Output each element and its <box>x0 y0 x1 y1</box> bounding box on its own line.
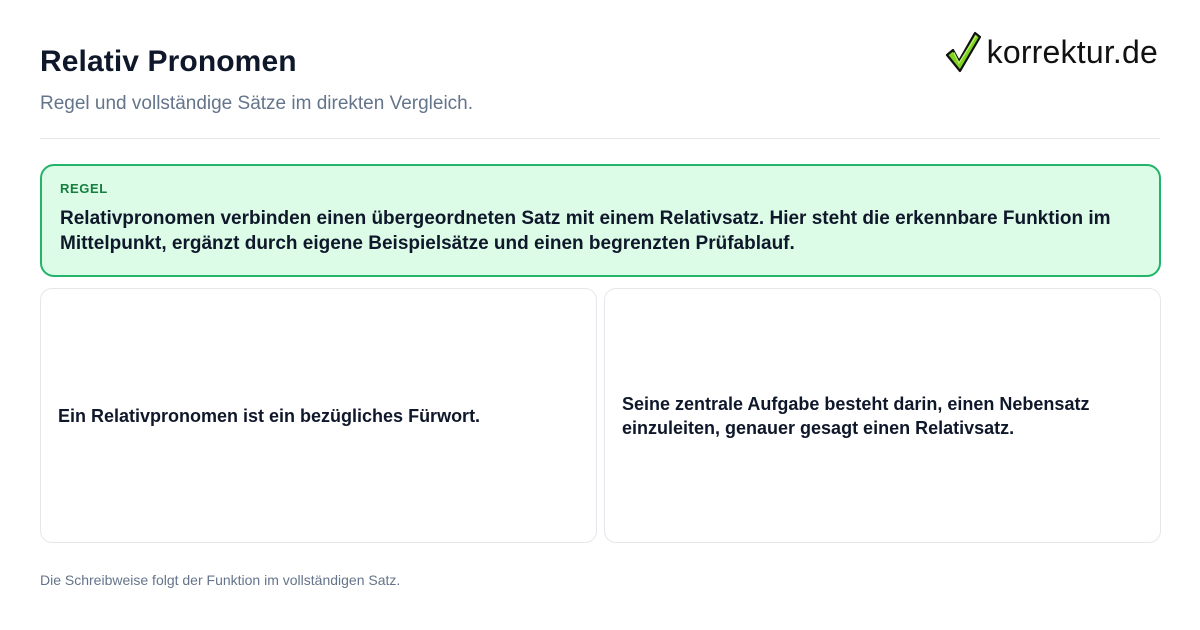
rule-text: Relativpronomen verbinden einen übergeor… <box>60 208 1111 254</box>
page-subtitle: Regel und vollständige Sätze im direkten… <box>40 93 474 114</box>
example-sentence: Ein Relativpronomen ist ein bezügliches … <box>58 405 481 426</box>
example-card-2: Seine zentrale Aufgabe besteht darin, ei… <box>604 288 1161 543</box>
footer-note: Die Schreibweise folgt der Funktion im v… <box>40 572 401 588</box>
brand-name: korrektur.de <box>986 33 1158 70</box>
page-title: Relativ Pronomen <box>40 45 297 78</box>
header: Relativ Pronomen Regel und vollständige … <box>40 0 1160 139</box>
rule-box: REGEL Relativpronomen verbinden einen üb… <box>40 164 1161 277</box>
example-sentence: Seine zentrale Aufgabe besteht darin, ei… <box>622 393 1090 438</box>
rule-label: REGEL <box>60 181 108 196</box>
checkmark-icon <box>945 31 981 73</box>
example-card-1: Ein Relativpronomen ist ein bezügliches … <box>40 288 597 543</box>
brand-logo[interactable]: korrektur.de <box>945 30 1158 74</box>
